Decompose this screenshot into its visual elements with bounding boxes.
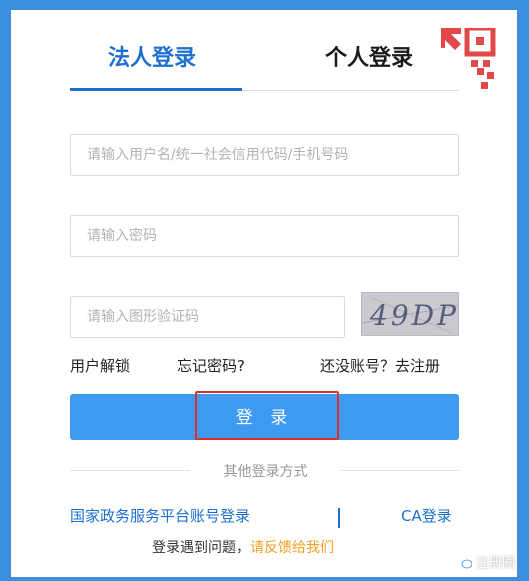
gov-platform-login-link[interactable]: 国家政务服务平台账号登录 <box>70 505 250 526</box>
captcha-image[interactable]: 49DP <box>361 292 459 336</box>
captcha-input[interactable] <box>70 296 345 338</box>
login-problem-text: 登录遇到问题，请反馈给我们 <box>152 537 334 557</box>
qr-code-icon[interactable] <box>441 28 497 92</box>
username-input[interactable] <box>70 134 459 176</box>
captcha-text: 49DP <box>370 299 459 332</box>
tab-legal-login[interactable]: 法人登录 <box>108 44 196 74</box>
unlock-user-link[interactable]: 用户解锁 <box>70 356 130 376</box>
divider-left <box>70 470 190 471</box>
login-button[interactable]: 登 录 <box>70 394 459 440</box>
password-input[interactable] <box>70 215 459 257</box>
login-card: 法人登录 个人登录 49DP 用户解锁 忘记密码? 还没账号？去注册 登 录 其… <box>11 10 517 577</box>
ca-login-link[interactable]: CA登录 <box>401 505 452 526</box>
watermark: 注册圈 <box>455 552 515 571</box>
problem-prefix: 登录遇到问题， <box>152 540 250 556</box>
wechat-icon <box>455 555 472 568</box>
vertical-divider <box>338 508 340 528</box>
other-login-title: 其他登录方式 <box>223 464 308 480</box>
forgot-password-link[interactable]: 忘记密码? <box>177 356 245 376</box>
tab-active-indicator <box>70 88 242 91</box>
watermark-text: 注册圈 <box>475 556 515 571</box>
tab-personal-login[interactable]: 个人登录 <box>325 44 413 74</box>
register-link[interactable]: 还没账号？去注册 <box>320 356 440 376</box>
divider-right <box>341 470 459 471</box>
feedback-link[interactable]: 请反馈给我们 <box>250 540 334 556</box>
